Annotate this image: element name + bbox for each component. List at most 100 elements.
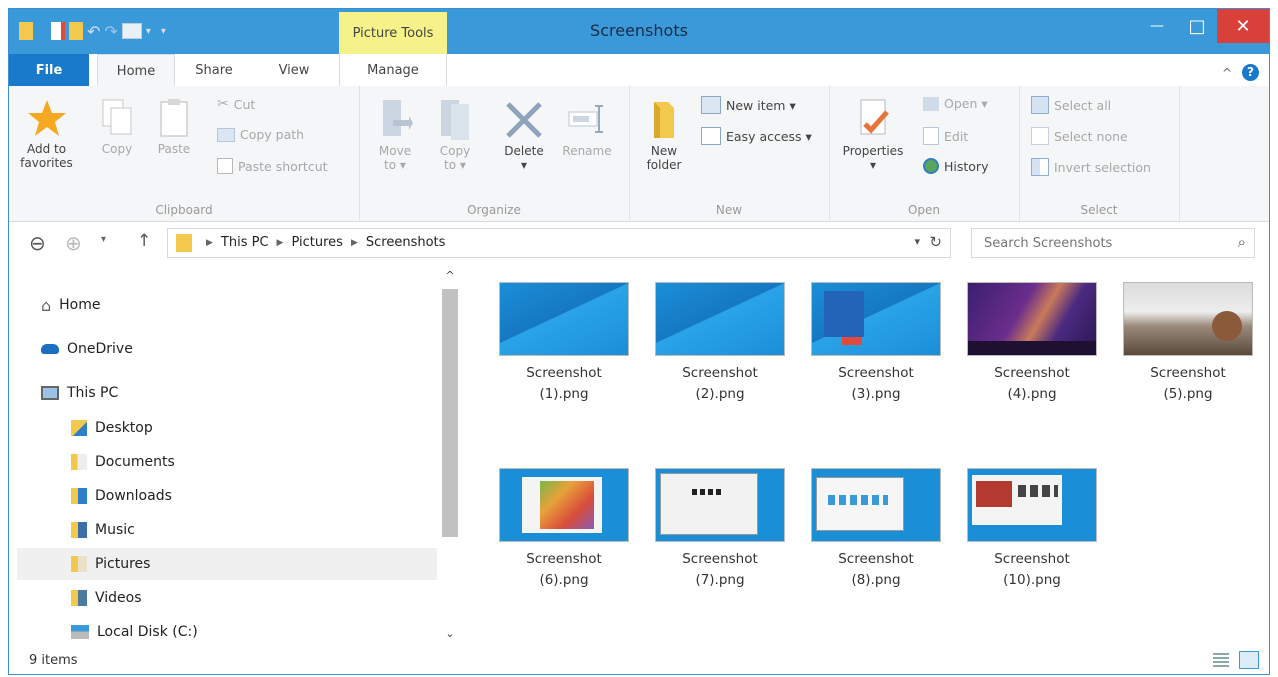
nav-item-label: OneDrive (67, 341, 133, 357)
recent-locations-icon[interactable]: ▾ (101, 234, 106, 245)
item-count: 9 items (29, 653, 78, 668)
delete-button[interactable]: Delete ▾ (499, 98, 549, 172)
breadcrumb-this-pc[interactable]: This PC (221, 235, 269, 250)
file-item[interactable]: Screenshot (10).png (957, 468, 1107, 591)
move-to-button[interactable]: Move to ▾ (373, 98, 417, 172)
desktop-folder-icon (71, 420, 87, 436)
address-dropdown-icon[interactable]: ▾ (914, 235, 920, 248)
forward-icon[interactable]: ⊕ (65, 231, 82, 255)
breadcrumb-screenshots[interactable]: Screenshots (366, 235, 446, 250)
file-name: Screenshot (10).png (994, 551, 1070, 588)
nav-item-videos[interactable]: Videos (71, 582, 491, 614)
edit-button[interactable]: Edit (923, 127, 968, 145)
tab-home[interactable]: Home (97, 54, 175, 86)
file-item[interactable]: Screenshot (3).png (801, 282, 951, 405)
nav-item-onedrive[interactable]: OneDrive (41, 333, 461, 365)
breadcrumb-pictures[interactable]: Pictures (291, 235, 342, 250)
address-row: ⊖ ⊕ ▾ ↑ ▶ This PC ▶ Pictures ▶ Screensho… (9, 224, 1269, 262)
cut-label: Cut (233, 96, 256, 112)
new-item-icon (701, 96, 721, 114)
scroll-down-icon[interactable]: ⌄ (439, 627, 461, 640)
move-to-label: Move to ▾ (378, 144, 412, 172)
file-item[interactable]: Screenshot (8).png (801, 468, 951, 591)
move-to-icon (383, 100, 413, 136)
documents-folder-icon (71, 454, 87, 470)
history-button[interactable]: History (923, 158, 988, 174)
file-item[interactable]: Screenshot (1).png (489, 282, 639, 405)
easy-access-button[interactable]: Easy access ▾ (701, 127, 812, 145)
nav-item-this-pc[interactable]: This PC (41, 377, 461, 409)
file-item[interactable]: Screenshot (7).png (645, 468, 795, 591)
clipboard-group: Add to favorites Copy Paste ✂ Cut Copy p… (9, 86, 360, 221)
cut-button[interactable]: ✂ Cut (217, 96, 255, 112)
nav-item-home[interactable]: ⌂ Home (41, 289, 461, 321)
nav-item-music[interactable]: Music (71, 514, 491, 546)
details-view-icon[interactable] (1213, 653, 1229, 667)
search-box[interactable]: ⌕ (971, 228, 1255, 258)
new-folder-button[interactable]: New folder (641, 98, 687, 172)
refresh-icon[interactable]: ↻ (929, 233, 942, 251)
invert-selection-label: Invert selection (1054, 159, 1151, 175)
collapse-ribbon-icon[interactable]: ^ (1222, 66, 1232, 80)
nav-scrollbar[interactable]: ^ ⌄ (439, 267, 461, 647)
search-icon[interactable]: ⌕ (1238, 233, 1246, 251)
rename-icon (568, 105, 603, 133)
help-icon[interactable]: ? (1242, 64, 1259, 81)
minimize-button[interactable]: — (1137, 9, 1177, 43)
add-to-favorites-button[interactable]: Add to favorites (19, 98, 74, 170)
nav-item-label: Desktop (95, 420, 153, 436)
copy-to-label: Copy to ▾ (439, 144, 471, 172)
tab-view[interactable]: View (264, 54, 324, 86)
select-none-button[interactable]: Select none (1031, 127, 1128, 145)
select-all-button[interactable]: Select all (1031, 96, 1111, 114)
title-bar: ↶ ↷ ▾ ▾ Picture Tools Screenshots — □ ✕ (9, 9, 1269, 54)
new-group-label: New (715, 203, 743, 217)
nav-item-local-disk[interactable]: Local Disk (C:) (71, 616, 491, 648)
nav-item-desktop[interactable]: Desktop (71, 412, 491, 444)
edit-label: Edit (944, 128, 969, 144)
window-title: Screenshots (590, 21, 688, 40)
file-thumbnail (811, 282, 941, 356)
copy-button[interactable]: Copy (97, 98, 137, 156)
nav-item-pictures[interactable]: Pictures (17, 548, 437, 580)
new-item-label: New item ▾ (726, 97, 796, 113)
file-item[interactable]: Screenshot (2).png (645, 282, 795, 405)
tab-manage[interactable]: Manage (339, 54, 447, 86)
large-icons-view-icon[interactable] (1239, 651, 1259, 669)
file-item[interactable]: Screenshot (5).png (1113, 282, 1263, 405)
search-input[interactable] (982, 235, 1216, 252)
paste-shortcut-button[interactable]: Paste shortcut (217, 158, 328, 174)
back-icon[interactable]: ⊖ (29, 231, 46, 255)
nav-item-label: Videos (95, 590, 142, 606)
file-item[interactable]: Screenshot (4).png (957, 282, 1107, 405)
ribbon: Add to favorites Copy Paste ✂ Cut Copy p… (9, 86, 1269, 222)
select-group-label: Select (1080, 203, 1118, 217)
up-arrow-icon[interactable]: ↑ (137, 231, 151, 251)
open-button[interactable]: Open ▾ (923, 96, 988, 111)
new-item-button[interactable]: New item ▾ (701, 96, 796, 114)
rename-button[interactable]: Rename (557, 98, 617, 158)
close-button[interactable]: ✕ (1217, 9, 1269, 43)
tab-file[interactable]: File (9, 54, 89, 86)
nav-item-downloads[interactable]: Downloads (71, 480, 491, 512)
nav-item-documents[interactable]: Documents (71, 446, 491, 478)
organize-group: Move to ▾ Copy to ▾ Delete ▾ Rename Orga… (359, 86, 630, 221)
scroll-up-icon[interactable]: ^ (439, 269, 461, 282)
copy-to-button[interactable]: Copy to ▾ (433, 98, 477, 172)
maximize-button[interactable]: □ (1177, 9, 1217, 43)
properties-button[interactable]: Properties ▾ (837, 98, 909, 172)
tab-share[interactable]: Share (184, 54, 244, 86)
invert-selection-button[interactable]: Invert selection (1031, 158, 1151, 176)
file-thumbnail (499, 468, 629, 542)
window-controls: — □ ✕ (1137, 9, 1269, 43)
select-none-label: Select none (1054, 128, 1128, 144)
paste-button[interactable]: Paste (154, 98, 194, 156)
scroll-thumb[interactable] (442, 289, 458, 537)
file-name: Screenshot (7).png (682, 551, 758, 588)
delete-label: Delete ▾ (504, 144, 544, 172)
copy-path-button[interactable]: Copy path (217, 127, 304, 142)
file-item[interactable]: Screenshot (6).png (489, 468, 639, 591)
new-folder-label: New folder (646, 144, 682, 172)
address-bar[interactable]: ▶ This PC ▶ Pictures ▶ Screenshots ▾ ↻ (167, 228, 951, 258)
home-icon: ⌂ (41, 295, 52, 315)
